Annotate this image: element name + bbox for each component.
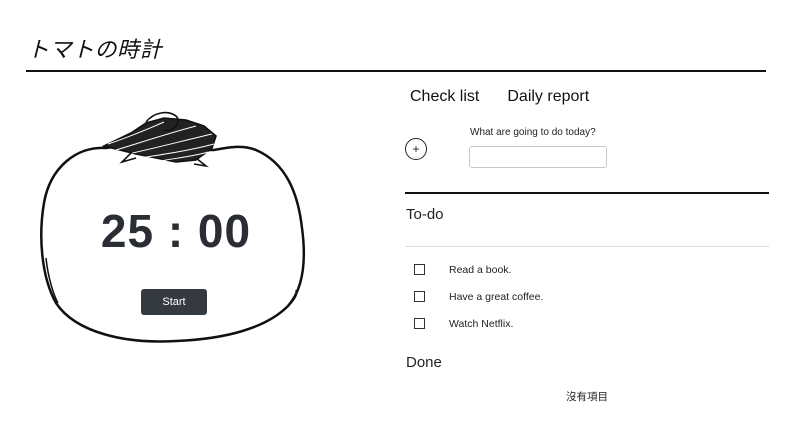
todo-checkbox[interactable] <box>414 291 425 302</box>
todo-item-text: Read a book. <box>449 263 512 276</box>
title-divider <box>26 70 766 72</box>
done-empty-message: 沒有項目 <box>566 391 608 403</box>
app-title: トマトの時計 <box>27 38 163 63</box>
app-page: トマトの時計 25 : 00 Start Check list Daily re… <box>0 0 793 426</box>
timer-display: 25 : 00 <box>100 205 252 257</box>
list-item: Have a great coffee. <box>414 283 543 310</box>
plus-icon: + <box>412 142 420 156</box>
tomato-timer: 25 : 00 Start <box>36 108 312 352</box>
new-task-label: What are going to do today? <box>470 127 596 138</box>
todo-section-title: To-do <box>406 206 444 223</box>
tab-check-list[interactable]: Check list <box>410 88 479 106</box>
new-task-input[interactable] <box>469 146 607 168</box>
list-item: Watch Netflix. <box>414 310 543 337</box>
tab-bar: Check list Daily report <box>410 88 589 106</box>
tomato-leaves <box>101 111 217 168</box>
add-task-button[interactable]: + <box>405 138 427 160</box>
todo-divider <box>405 246 769 247</box>
todo-checkbox[interactable] <box>414 318 425 329</box>
start-button[interactable]: Start <box>141 289 207 315</box>
todo-checkbox[interactable] <box>414 264 425 275</box>
todo-item-text: Have a great coffee. <box>449 290 544 303</box>
done-section-title: Done <box>406 354 442 371</box>
panel-divider <box>405 192 769 194</box>
list-item: Read a book. <box>414 256 543 283</box>
todo-list: Read a book. Have a great coffee. Watch … <box>414 256 543 337</box>
todo-item-text: Watch Netflix. <box>449 317 514 330</box>
tab-daily-report[interactable]: Daily report <box>507 88 589 106</box>
